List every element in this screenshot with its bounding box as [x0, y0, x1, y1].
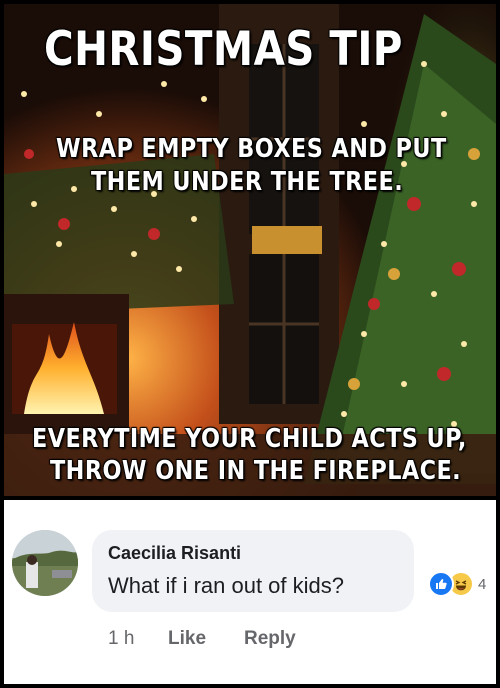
comment-panel: Caecilia Risanti What if i ran out of ki… [4, 500, 496, 684]
reactions-summary[interactable]: 4 [428, 571, 487, 597]
meme-text-line-3: EVERYTIME YOUR CHILD ACTS UP, [32, 424, 467, 454]
like-icon [428, 571, 454, 597]
like-button[interactable]: Like [168, 628, 244, 650]
reply-button[interactable]: Reply [244, 628, 296, 650]
comment-actions: 1 h Like Reply [108, 628, 296, 650]
comment-timestamp[interactable]: 1 h [108, 628, 168, 650]
comment-author[interactable]: Caecilia Risanti [108, 543, 241, 564]
avatar-photo [12, 530, 78, 596]
christmas-scene-image [4, 4, 496, 496]
meme-screenshot: CHRISTMAS TIP WRAP EMPTY BOXES AND PUT T… [0, 0, 500, 688]
avatar[interactable] [12, 530, 78, 596]
meme-image: CHRISTMAS TIP WRAP EMPTY BOXES AND PUT T… [4, 4, 496, 496]
meme-text-line-1: WRAP EMPTY BOXES AND PUT [56, 134, 447, 164]
comment-text: What if i ran out of kids? [108, 573, 344, 598]
meme-text-line-2: THEM UNDER THE TREE. [91, 167, 404, 197]
reaction-count: 4 [478, 575, 487, 593]
meme-text-line-4: THROW ONE IN THE FIREPLACE. [50, 456, 462, 486]
meme-title: CHRISTMAS TIP [44, 22, 403, 77]
